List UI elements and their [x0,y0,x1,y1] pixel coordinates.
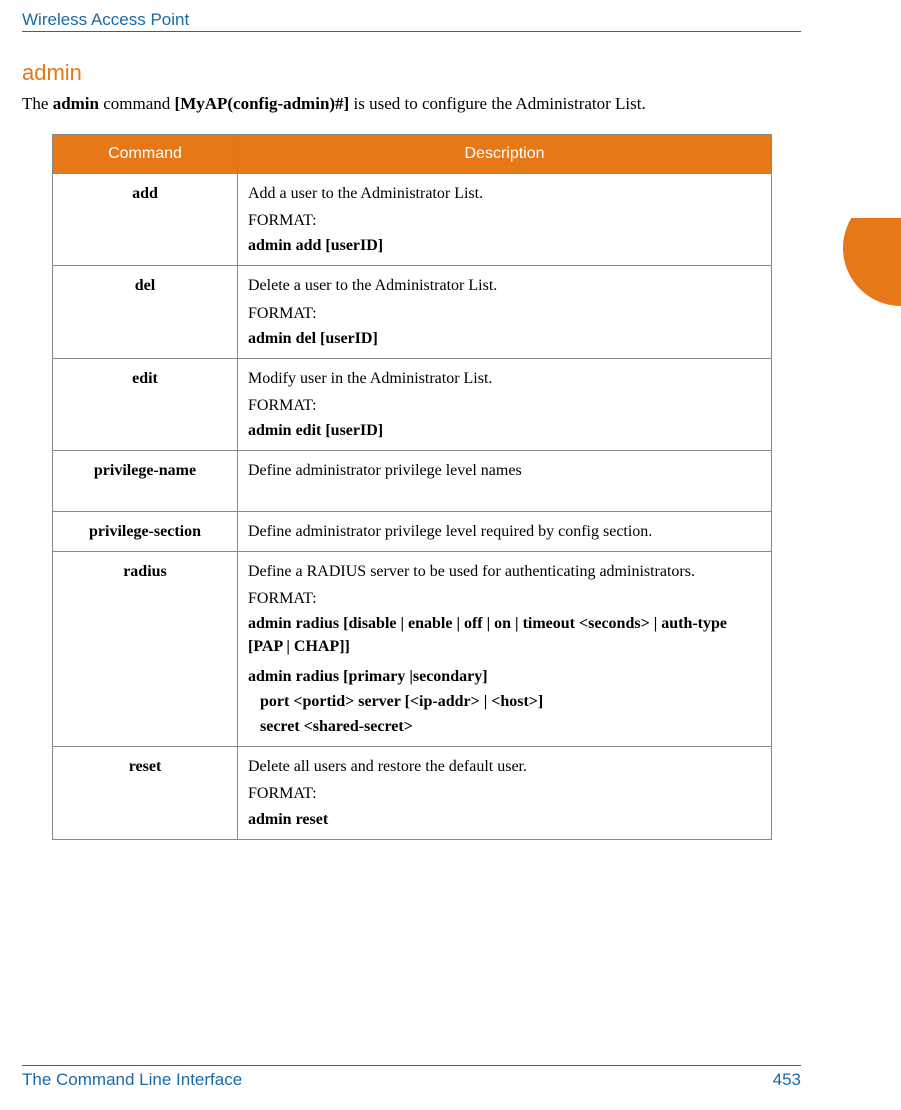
table-row: radius Define a RADIUS server to be used… [53,551,772,746]
footer-left: The Command Line Interface [22,1070,242,1090]
table-header-command: Command [53,134,238,173]
intro-mid: command [99,94,175,113]
desc-privilege-name: Define administrator privilege level nam… [238,451,772,511]
cmd-privilege-name: privilege-name [53,451,238,511]
cmd-radius: radius [53,551,238,746]
cmd-del: del [53,266,238,359]
desc-radius: Define a RADIUS server to be used for au… [238,551,772,746]
cmd-add: add [53,173,238,266]
intro-post: is used to configure the Administrator L… [349,94,646,113]
table-row: privilege-name Define administrator priv… [53,451,772,511]
desc-text: Modify user in the Administrator List. [248,370,492,387]
admin-commands-table: Command Description add Add a user to th… [52,134,772,840]
desc-text: Delete all users and restore the default… [248,758,527,775]
format-line: admin radius [disable | enable | off | o… [248,612,761,658]
desc-privilege-section: Define administrator privilege level req… [238,511,772,551]
desc-reset: Delete all users and restore the default… [238,747,772,840]
intro-pre: The [22,94,53,113]
page-footer: The Command Line Interface 453 [22,1065,801,1090]
desc-text: Add a user to the Administrator List. [248,185,483,202]
page-header: Wireless Access Point [22,10,801,32]
intro-paragraph: The admin command [MyAP(config-admin)#] … [22,92,801,116]
desc-text: Define a RADIUS server to be used for au… [248,563,695,580]
table-row: privilege-section Define administrator p… [53,511,772,551]
format-line: admin radius [primary |secondary] [248,665,761,688]
desc-text: Define administrator privilege level nam… [248,462,522,479]
desc-edit: Modify user in the Administrator List. F… [238,358,772,451]
format-line: admin del [userID] [248,327,761,350]
desc-text: Define administrator privilege level req… [248,523,652,540]
format-line: admin add [userID] [248,234,761,257]
format-subline: secret <shared-secret> [248,715,761,738]
format-line: admin edit [userID] [248,419,761,442]
desc-add: Add a user to the Administrator List. FO… [238,173,772,266]
intro-prompt: [MyAP(config-admin)#] [175,94,350,113]
format-label: FORMAT: [248,209,761,232]
cmd-reset: reset [53,747,238,840]
table-row: add Add a user to the Administrator List… [53,173,772,266]
desc-del: Delete a user to the Administrator List.… [238,266,772,359]
format-label: FORMAT: [248,782,761,805]
desc-text: Delete a user to the Administrator List. [248,277,497,294]
table-header-description: Description [238,134,772,173]
format-label: FORMAT: [248,587,761,610]
table-row: edit Modify user in the Administrator Li… [53,358,772,451]
table-row: reset Delete all users and restore the d… [53,747,772,840]
section-title: admin [22,60,901,86]
cmd-privilege-section: privilege-section [53,511,238,551]
page-tab-decoration [843,218,901,306]
format-subline: port <portid> server [<ip-addr> | <host>… [248,690,761,713]
footer-page-number: 453 [773,1070,801,1090]
format-label: FORMAT: [248,394,761,417]
format-line: admin reset [248,808,761,831]
table-row: del Delete a user to the Administrator L… [53,266,772,359]
cmd-edit: edit [53,358,238,451]
intro-command: admin [53,94,99,113]
format-label: FORMAT: [248,302,761,325]
